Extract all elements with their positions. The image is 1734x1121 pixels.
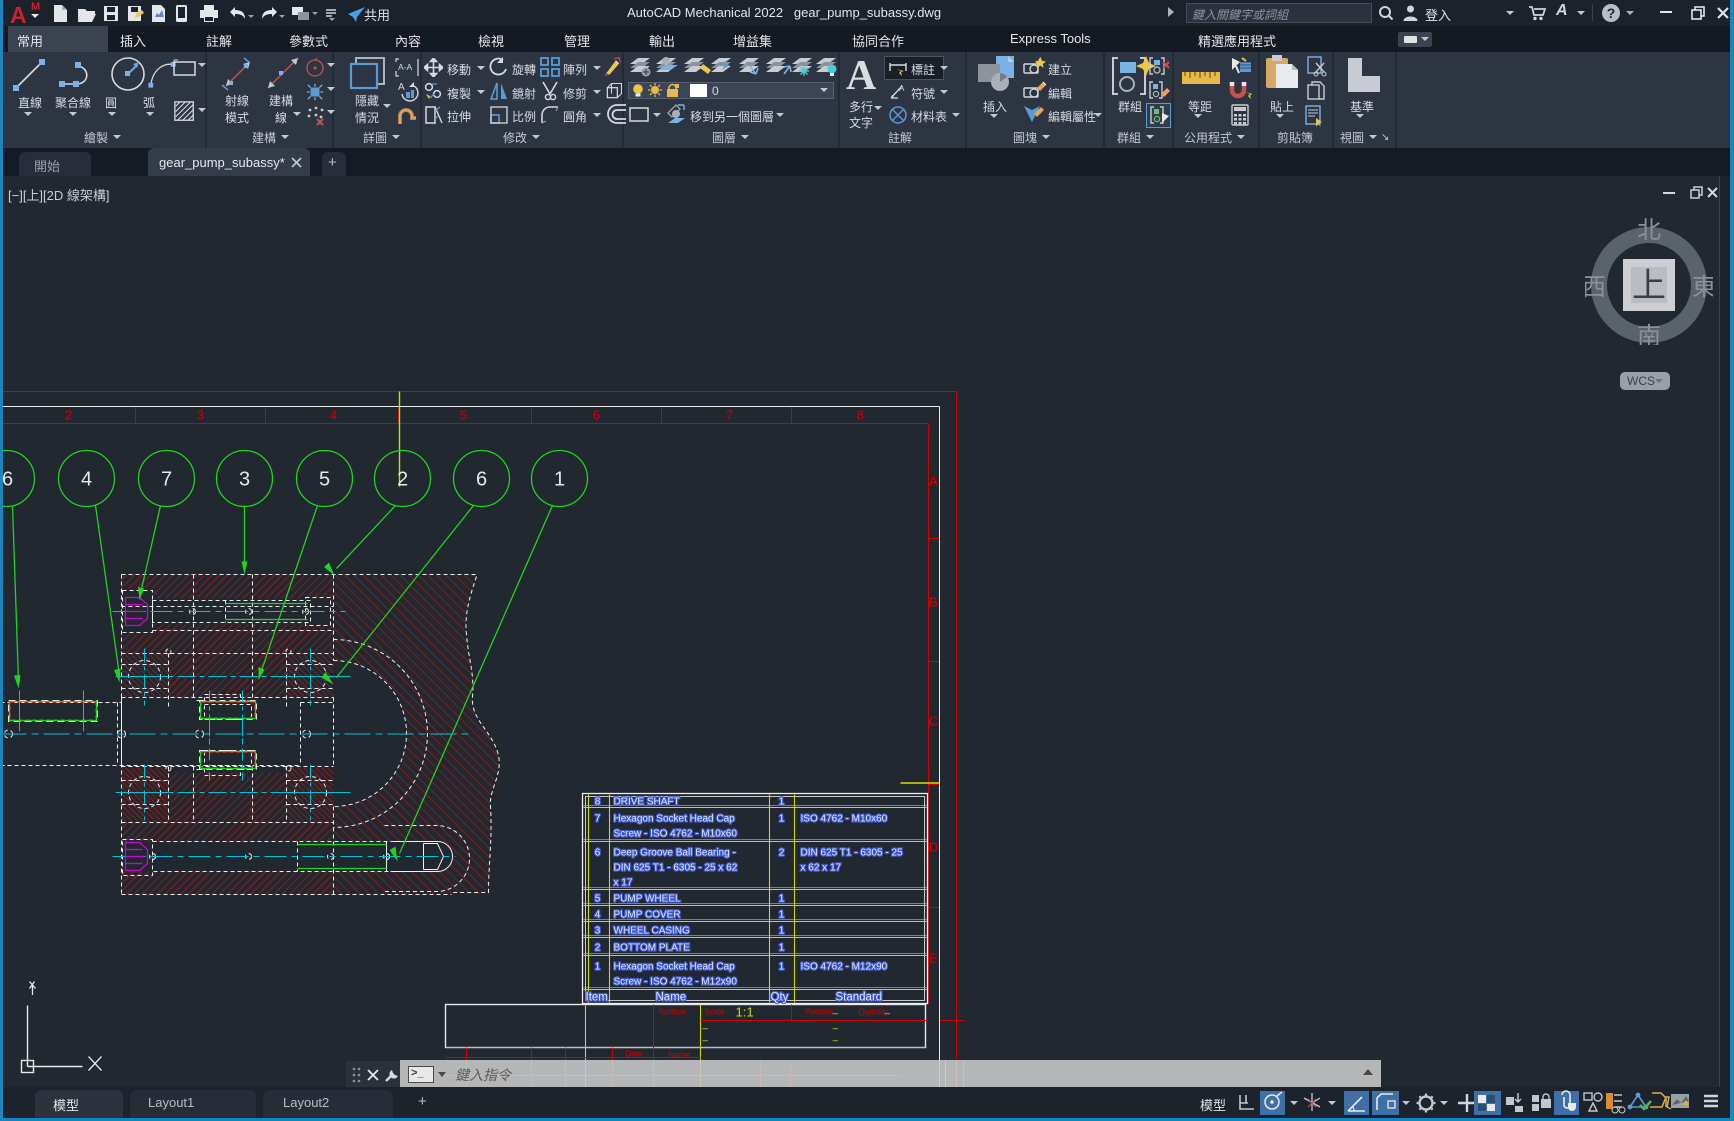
svg-text:Date: Date xyxy=(626,1050,643,1059)
svg-text:1: 1 xyxy=(779,894,785,905)
svg-text:E: E xyxy=(929,951,938,966)
svg-text:Surface: Surface xyxy=(659,1008,687,1017)
svg-text:Name: Name xyxy=(656,992,687,1004)
svg-text:1: 1 xyxy=(554,469,565,491)
svg-text:A-A: A-A xyxy=(398,62,413,72)
svg-text:Screw - ISO 4762 - M12x90: Screw - ISO 4762 - M12x90 xyxy=(614,977,738,988)
svg-text:C: C xyxy=(929,714,938,729)
svg-text:4: 4 xyxy=(81,469,92,491)
svg-text:1: 1 xyxy=(779,962,785,973)
svg-text:PUMP WHEEL: PUMP WHEEL xyxy=(614,894,681,905)
svg-text:8: 8 xyxy=(857,408,864,423)
svg-text:6: 6 xyxy=(3,469,13,491)
svg-text:Hexagon Socket Head Cap: Hexagon Socket Head Cap xyxy=(614,814,736,825)
svg-text:7: 7 xyxy=(726,408,733,423)
svg-text:3: 3 xyxy=(595,926,601,937)
svg-text:2: 2 xyxy=(595,943,601,954)
svg-text:7: 7 xyxy=(161,469,172,491)
svg-text:ISO 4762 - M10x60: ISO 4762 - M10x60 xyxy=(801,814,888,825)
svg-text:B: B xyxy=(929,595,938,610)
svg-text:Deep Groove Ball Bearing -: Deep Groove Ball Bearing - xyxy=(614,848,736,859)
svg-text:WHEEL CASING: WHEEL CASING xyxy=(614,926,691,937)
svg-text:1: 1 xyxy=(779,797,785,808)
svg-text:DRIVE SHAFT: DRIVE SHAFT xyxy=(614,797,680,808)
svg-text:西: 西 xyxy=(1585,274,1606,301)
svg-text:4: 4 xyxy=(595,910,601,921)
svg-text:1: 1 xyxy=(595,962,601,973)
svg-text:1: 1 xyxy=(779,926,785,937)
svg-text:3: 3 xyxy=(197,408,204,423)
svg-text:1: 1 xyxy=(779,910,785,921)
svg-text:A: A xyxy=(929,474,938,489)
svg-text:Standard: Standard xyxy=(836,992,883,1004)
svg-text:3: 3 xyxy=(239,469,250,491)
svg-text:ISO 4762 - M12x90: ISO 4762 - M12x90 xyxy=(801,962,888,973)
svg-text:–: – xyxy=(885,1009,891,1020)
svg-text:–: – xyxy=(833,1036,839,1047)
svg-text:Position: Position xyxy=(806,1008,834,1017)
svg-text:5: 5 xyxy=(595,894,601,905)
svg-text:6: 6 xyxy=(595,848,601,859)
svg-text:x 17: x 17 xyxy=(614,878,633,889)
svg-text:東: 東 xyxy=(1692,274,1713,301)
svg-text:1: 1 xyxy=(779,943,785,954)
svg-text:5: 5 xyxy=(460,408,467,423)
svg-text:–: – xyxy=(833,1024,839,1035)
svg-text:Screw - ISO 4762 - M10x60: Screw - ISO 4762 - M10x60 xyxy=(614,829,738,840)
svg-text:4: 4 xyxy=(330,408,337,423)
svg-text:Name: Name xyxy=(669,1051,691,1060)
svg-text:2: 2 xyxy=(65,408,72,423)
svg-text:1:1: 1:1 xyxy=(736,1005,754,1020)
svg-text:2: 2 xyxy=(779,848,785,859)
svg-text:Scale: Scale xyxy=(705,1008,726,1017)
svg-text:PUMP COVER: PUMP COVER xyxy=(614,910,681,921)
svg-text:A: A xyxy=(899,84,905,93)
svg-text:–: – xyxy=(703,1036,709,1047)
svg-text:BOTTOM PLATE: BOTTOM PLATE xyxy=(614,943,691,954)
svg-text:DIN 625 T1 - 6305 - 25: DIN 625 T1 - 6305 - 25 xyxy=(801,848,904,859)
svg-text:1: 1 xyxy=(779,814,785,825)
svg-text:DIN 625 T1 - 6305 - 25 x 62: DIN 625 T1 - 6305 - 25 x 62 xyxy=(614,863,738,874)
svg-text:D: D xyxy=(929,840,938,855)
svg-text:上: 上 xyxy=(1632,267,1666,305)
svg-text:2: 2 xyxy=(397,469,408,491)
svg-text:北: 北 xyxy=(1637,217,1661,244)
svg-text:Qty: Qty xyxy=(771,992,789,1004)
svg-text:南: 南 xyxy=(1637,323,1661,345)
svg-text:6: 6 xyxy=(593,408,600,423)
svg-text:Item: Item xyxy=(586,992,608,1004)
svg-text:–: – xyxy=(703,1024,709,1035)
svg-text:7: 7 xyxy=(595,814,601,825)
svg-text:Hexagon Socket Head Cap: Hexagon Socket Head Cap xyxy=(614,962,736,973)
svg-text:5: 5 xyxy=(319,469,330,491)
svg-text:6: 6 xyxy=(476,469,487,491)
svg-text:–: – xyxy=(833,1009,839,1020)
svg-text:A: A xyxy=(398,82,405,93)
svg-text:8: 8 xyxy=(595,797,601,808)
svg-text:x 62 x 17: x 62 x 17 xyxy=(801,863,842,874)
